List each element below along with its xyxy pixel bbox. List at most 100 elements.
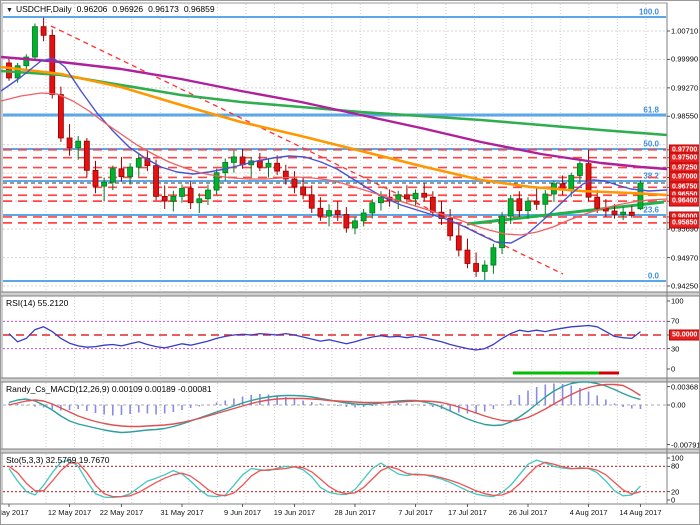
price-label: 0.98550 — [671, 112, 698, 121]
high-value: 0.96926 — [112, 4, 143, 14]
candle-body — [569, 175, 574, 190]
candle-body — [534, 201, 539, 204]
candle-body — [119, 169, 124, 177]
rsi-middle-label: 50.0000 — [669, 330, 700, 341]
candle-body — [136, 159, 141, 168]
candle-body — [517, 199, 522, 211]
sto-axis-label: 80 — [671, 462, 679, 471]
chart-window: 100.061.850.038.223.60.0 ▼USDCHF,Daily0.… — [0, 0, 700, 525]
candle-body — [266, 163, 271, 167]
close-value: 0.96859 — [184, 4, 215, 14]
date-label: 26 Jul 2017 — [509, 508, 548, 517]
macd-axis-label: 0.00368 — [671, 382, 698, 391]
panel-separator-1 — [1, 378, 700, 382]
date-label: 3 May 2017 — [0, 508, 29, 517]
stochastic-indicator-title: Sto(5,3,3) 32.5769 19.7670 — [6, 455, 110, 465]
candle-body — [41, 27, 46, 36]
price-label: 0.94970 — [671, 253, 698, 262]
candle-body — [612, 211, 617, 215]
candle-body — [50, 35, 55, 94]
price-label: 0.99990 — [671, 55, 698, 64]
fibonacci-label: 38.2 — [643, 172, 659, 181]
candle-body — [327, 211, 332, 217]
candle-body — [171, 196, 176, 201]
rsi-axis-label: 30 — [671, 344, 679, 353]
candle-body — [223, 162, 228, 172]
candle-body — [526, 201, 531, 210]
low-value: 0.96173 — [148, 4, 179, 14]
candle-body — [58, 95, 63, 138]
chart-title-bar: ▼USDCHF,Daily 0.96206 0.96926 0.96173 0.9685… — [6, 4, 215, 14]
candle-body — [318, 208, 323, 216]
candle-body — [180, 189, 185, 197]
candle-body — [257, 161, 262, 167]
date-label: 7 Jul 2017 — [398, 508, 433, 517]
date-label: 28 Jun 2017 — [334, 508, 375, 517]
candle-body — [543, 194, 548, 204]
candle-body — [482, 265, 487, 271]
candle-body — [188, 189, 193, 203]
candle-body — [309, 195, 314, 208]
price-label: 1.00710 — [671, 27, 698, 36]
open-value: 0.96206 — [77, 4, 108, 14]
candle-body — [84, 141, 89, 170]
candle-body — [378, 197, 383, 203]
rsi-indicator-title: RSI(14) 55.2120 — [6, 298, 68, 308]
sto-axis-label: 0 — [671, 496, 675, 505]
candle-body — [638, 183, 643, 209]
chart-canvas[interactable]: 100.061.850.038.223.60.0 — [1, 1, 700, 525]
date-label: 14 Aug 2017 — [619, 508, 661, 517]
price-label: 0.94250 — [671, 282, 698, 291]
candle-body — [102, 182, 107, 186]
candle-body — [275, 163, 280, 171]
candle-body — [413, 193, 418, 199]
candle-body — [205, 190, 210, 199]
candle-body — [32, 27, 37, 57]
rsi-axis-label: 70 — [671, 317, 679, 326]
candle-body — [474, 264, 479, 272]
date-label: 17 Jul 2017 — [448, 508, 487, 517]
candle-body — [595, 197, 600, 208]
candle-body — [197, 199, 202, 203]
fibonacci-label: 61.8 — [643, 106, 659, 115]
candle-body — [67, 138, 72, 148]
sr-price-label: 0.95850 — [669, 217, 700, 228]
macd-axis-label: -0.00791 — [671, 440, 700, 449]
price-axis: 1.007100.999900.992700.985500.956900.949… — [667, 1, 700, 504]
candle-body — [430, 197, 435, 212]
candle-body — [128, 167, 133, 176]
candle-body — [404, 195, 409, 199]
candle-body — [577, 164, 582, 176]
chevron-down-icon[interactable]: ▼ — [6, 7, 13, 14]
candle-body — [465, 250, 470, 263]
sr-price-label: 0.96400 — [669, 196, 700, 207]
candle-body — [621, 212, 626, 214]
macd-indicator-title: Randy_Cs_MACD(12,26,9) 0.00109 0.00189 -… — [6, 384, 212, 394]
panel-separator-2 — [1, 449, 700, 453]
fibonacci-label: 0.0 — [648, 271, 660, 280]
candle-body — [353, 221, 358, 228]
candle-body — [154, 166, 159, 197]
date-label: 22 May 2017 — [100, 508, 143, 517]
candle-body — [344, 215, 349, 228]
candle-body — [370, 203, 375, 213]
rsi-signal-strip-red — [599, 372, 619, 375]
candle-body — [456, 236, 461, 250]
date-label: 19 Jun 2017 — [274, 508, 315, 517]
fibonacci-label: 23.6 — [643, 205, 659, 214]
date-axis: 3 May 201712 May 201722 May 201731 May 2… — [1, 508, 667, 525]
price-label: 0.99270 — [671, 83, 698, 92]
date-label: 9 Jun 2017 — [224, 508, 261, 517]
candle-body — [162, 196, 167, 201]
candle-body — [361, 213, 366, 221]
panel-frame-1 — [2, 296, 667, 378]
candle-body — [422, 193, 427, 197]
symbol-timeframe-label: USDCHF,Daily — [16, 4, 72, 14]
candle-body — [110, 169, 115, 182]
rsi-axis-label: 0 — [671, 365, 675, 374]
candle-body — [508, 199, 513, 216]
candle-body — [93, 170, 98, 186]
candle-body — [335, 211, 340, 215]
rsi-axis-label: 100 — [671, 297, 684, 306]
date-label: 31 May 2017 — [160, 508, 203, 517]
